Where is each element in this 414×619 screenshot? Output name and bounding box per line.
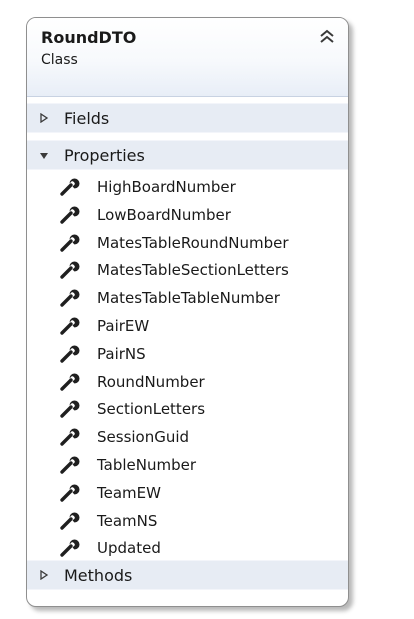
wrench-icon [60, 373, 80, 391]
property-item[interactable]: TableNumber [27, 452, 348, 480]
wrench-icon [60, 456, 80, 474]
wrench-icon [60, 206, 80, 224]
collapse-button[interactable] [318, 28, 336, 46]
property-item[interactable]: Updated [27, 535, 348, 563]
property-item[interactable]: TeamNS [27, 508, 348, 536]
property-item[interactable]: HighBoardNumber [27, 174, 348, 202]
triangle-right-icon [40, 570, 49, 580]
property-item[interactable]: SectionLetters [27, 396, 348, 424]
section-properties-label: Properties [64, 146, 145, 165]
property-name: PairNS [97, 344, 146, 363]
wrench-icon [60, 261, 80, 280]
triangle-right-icon [40, 113, 49, 123]
property-name: MatesTableRoundNumber [97, 233, 289, 252]
property-name: TeamNS [97, 511, 158, 530]
property-name: MatesTableTableNumber [97, 289, 280, 308]
property-item[interactable]: PairNS [27, 341, 348, 369]
wrench-icon [60, 512, 80, 530]
wrench-icon [60, 178, 80, 196]
property-name: Updated [97, 539, 161, 558]
section-methods-label: Methods [64, 566, 133, 585]
property-name: PairEW [97, 316, 150, 335]
property-name: RoundNumber [97, 372, 205, 391]
property-name: TeamEW [97, 483, 161, 502]
property-item[interactable]: MatesTableSectionLetters [27, 257, 348, 285]
wrench-icon [60, 400, 80, 419]
double-chevron-up-icon [320, 29, 334, 43]
wrench-icon [60, 428, 80, 446]
class-shape: RoundDTO Class Fields Properties HighBoa… [26, 17, 349, 607]
property-item[interactable]: LowBoardNumber [27, 202, 348, 230]
section-methods[interactable]: Methods [27, 560, 348, 590]
wrench-icon [60, 289, 80, 307]
class-name: RoundDTO [41, 28, 137, 47]
property-item[interactable]: MatesTableTableNumber [27, 285, 348, 313]
section-fields-label: Fields [64, 109, 110, 128]
wrench-icon [60, 539, 80, 558]
wrench-icon [60, 484, 80, 502]
property-name: SectionLetters [97, 400, 206, 419]
property-name: MatesTableSectionLetters [97, 261, 289, 280]
property-item[interactable]: TeamEW [27, 480, 348, 508]
triangle-down-icon [40, 153, 48, 159]
property-name: SessionGuid [97, 428, 190, 447]
class-header: RoundDTO Class [27, 18, 348, 97]
section-properties[interactable]: Properties [27, 140, 348, 170]
property-name: HighBoardNumber [97, 178, 236, 196]
property-item[interactable]: SessionGuid [27, 424, 348, 452]
property-name: TableNumber [97, 455, 197, 474]
wrench-icon [60, 317, 80, 335]
wrench-icon [60, 234, 80, 252]
property-name: LowBoardNumber [97, 205, 231, 224]
section-fields[interactable]: Fields [27, 103, 348, 133]
wrench-icon [60, 345, 80, 363]
property-item[interactable]: RoundNumber [27, 369, 348, 397]
property-item[interactable]: PairEW [27, 313, 348, 341]
class-kind: Class [41, 52, 78, 68]
property-item[interactable]: MatesTableRoundNumber [27, 230, 348, 258]
property-list: HighBoardNumber LowBoardNumber MatesTableR… [27, 170, 348, 565]
